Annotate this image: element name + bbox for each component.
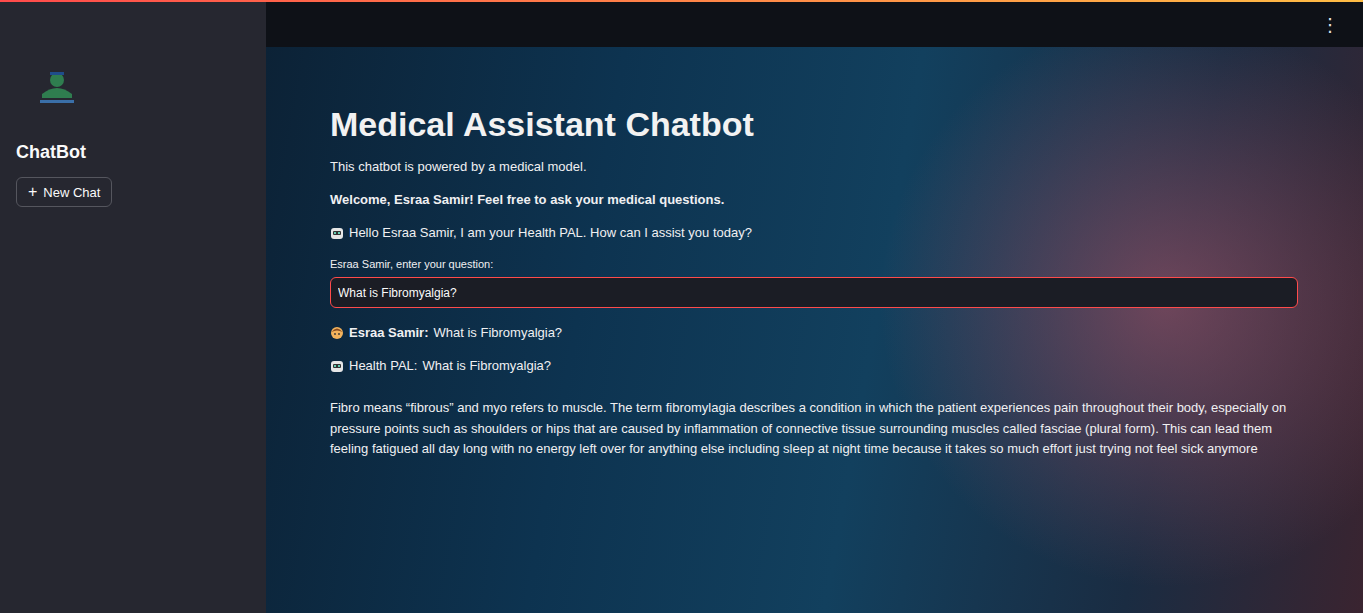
new-chat-label: New Chat [43, 185, 100, 200]
menu-icon[interactable]: ⋮ [1321, 14, 1339, 36]
subtitle: This chatbot is powered by a medical mod… [330, 158, 1298, 175]
bot-icon [330, 359, 344, 373]
page: ChatBot + New Chat ⋮ Medical Assistant Chatb… [0, 0, 1363, 613]
user-icon [330, 326, 344, 340]
header: ⋮ [266, 2, 1363, 47]
sidebar-title: ChatBot [16, 142, 86, 163]
chat-content: Medical Assistant Chatbot This chatbot is… [266, 47, 1363, 613]
message-speaker: Esraa Samir: [349, 324, 429, 341]
sidebar: ChatBot + New Chat [0, 2, 266, 613]
logo-icon [36, 68, 78, 106]
new-chat-button[interactable]: + New Chat [16, 177, 112, 207]
bot-icon [330, 226, 344, 240]
chat-message: Health PAL: What is Fibromyalgia? [330, 357, 1298, 374]
question-input[interactable] [330, 277, 1298, 308]
message-speaker: Health PAL: [349, 357, 417, 374]
page-title: Medical Assistant Chatbot [330, 105, 1298, 144]
welcome-text: Welcome, Esraa Samir! Feel free to ask y… [330, 191, 1298, 208]
message-text: What is Fibromyalgia? [422, 357, 551, 374]
greeting-message: Hello Esraa Samir, I am your Health PAL.… [330, 224, 1298, 241]
message-text: What is Fibromyalgia? [434, 324, 563, 341]
question-label: Esraa Samir, enter your question: [330, 257, 1298, 271]
answer-text: Fibro means “fibrous” and myo refers to … [330, 398, 1298, 460]
chat-message: Esraa Samir: What is Fibromyalgia? [330, 324, 1298, 341]
plus-icon: + [28, 184, 37, 200]
main-area: ⋮ Medical Assistant Chatbot This chatbot i… [266, 2, 1363, 613]
